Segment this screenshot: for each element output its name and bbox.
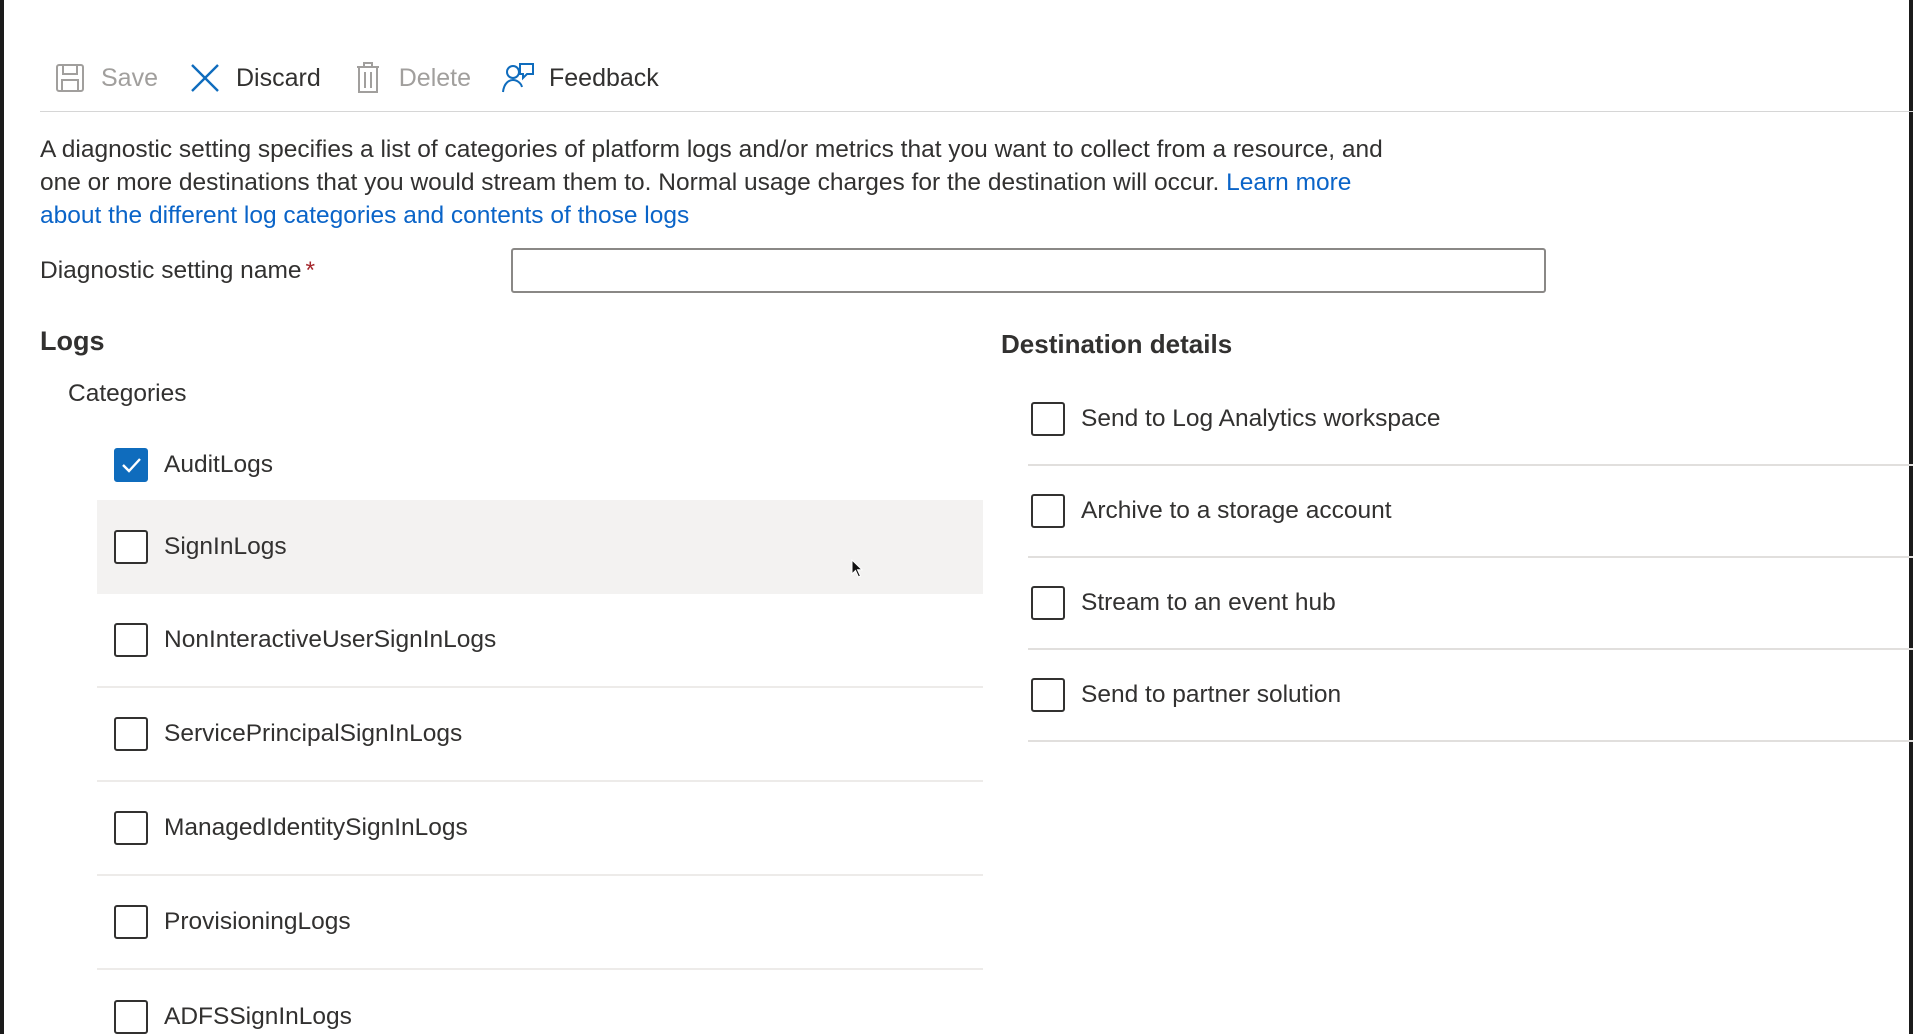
required-marker: * bbox=[305, 257, 316, 284]
checkbox[interactable] bbox=[114, 717, 148, 751]
categories-label: Categories bbox=[68, 380, 187, 407]
discard-button[interactable]: Discard bbox=[188, 58, 321, 98]
log-category-label: NonInteractiveUserSignInLogs bbox=[164, 626, 497, 653]
log-category-auditlogs[interactable]: AuditLogs bbox=[97, 430, 983, 500]
log-category-label: ServicePrincipalSignInLogs bbox=[164, 720, 463, 747]
checkbox[interactable] bbox=[114, 623, 148, 657]
window-edge-left bbox=[0, 0, 4, 1034]
log-category-label: AuditLogs bbox=[164, 451, 273, 478]
setting-name-input[interactable] bbox=[511, 248, 1546, 293]
checkbox[interactable] bbox=[114, 1000, 148, 1034]
description-text: A diagnostic setting specifies a list of… bbox=[40, 133, 1400, 232]
feedback-icon bbox=[501, 61, 535, 95]
checkbox[interactable] bbox=[114, 811, 148, 845]
log-category-label: ManagedIdentitySignInLogs bbox=[164, 814, 468, 841]
setting-name-label: Diagnostic setting name * bbox=[40, 256, 315, 286]
log-category-adfssigninlogs[interactable]: ADFSSignInLogs bbox=[97, 970, 983, 1034]
save-label: Save bbox=[101, 63, 158, 92]
destination-storage-account[interactable]: Archive to a storage account bbox=[1028, 466, 1913, 558]
log-categories-list: AuditLogs SignInLogs NonInteractiveUserS… bbox=[97, 430, 983, 1034]
close-icon bbox=[188, 61, 222, 95]
destination-log-analytics[interactable]: Send to Log Analytics workspace bbox=[1028, 374, 1913, 466]
log-category-noninteractiveusersigninlogs[interactable]: NonInteractiveUserSignInLogs bbox=[97, 594, 983, 688]
destination-label: Send to partner solution bbox=[1081, 681, 1342, 708]
discard-label: Discard bbox=[235, 63, 321, 92]
checkmark-icon bbox=[122, 458, 141, 473]
feedback-button[interactable]: Feedback bbox=[501, 58, 659, 98]
save-button[interactable]: Save bbox=[53, 58, 158, 98]
log-category-managedidentitysigninlogs[interactable]: ManagedIdentitySignInLogs bbox=[97, 782, 983, 876]
log-category-label: ProvisioningLogs bbox=[164, 908, 351, 935]
delete-button[interactable]: Delete bbox=[351, 58, 471, 98]
delete-label: Delete bbox=[398, 63, 471, 92]
mouse-cursor-icon bbox=[851, 558, 865, 584]
command-bar: Save Discard Delete Feedback bbox=[53, 58, 689, 98]
trash-icon bbox=[351, 61, 385, 95]
checkbox[interactable] bbox=[114, 905, 148, 939]
checkbox[interactable] bbox=[1031, 494, 1065, 528]
checkbox-checked[interactable] bbox=[114, 448, 148, 482]
setting-name-label-text: Diagnostic setting name bbox=[40, 257, 302, 284]
description-body: A diagnostic setting specifies a list of… bbox=[40, 136, 1383, 196]
destination-event-hub[interactable]: Stream to an event hub bbox=[1028, 558, 1913, 650]
toolbar-divider bbox=[40, 111, 1913, 112]
checkbox[interactable] bbox=[114, 530, 148, 564]
destination-details-heading: Destination details bbox=[1001, 329, 1233, 359]
checkbox[interactable] bbox=[1031, 586, 1065, 620]
destination-partner-solution[interactable]: Send to partner solution bbox=[1028, 650, 1913, 742]
logs-heading: Logs bbox=[40, 326, 105, 356]
log-category-provisioninglogs[interactable]: ProvisioningLogs bbox=[97, 876, 983, 970]
destination-label: Send to Log Analytics workspace bbox=[1081, 405, 1441, 432]
destination-label: Archive to a storage account bbox=[1081, 497, 1392, 524]
save-icon bbox=[53, 61, 87, 95]
checkbox[interactable] bbox=[1031, 402, 1065, 436]
destination-label: Stream to an event hub bbox=[1081, 589, 1336, 616]
checkbox[interactable] bbox=[1031, 678, 1065, 712]
feedback-label: Feedback bbox=[549, 63, 659, 92]
log-category-label: SignInLogs bbox=[164, 533, 287, 560]
log-category-label: ADFSSignInLogs bbox=[164, 1003, 352, 1030]
log-category-serviceprincipalsigninlogs[interactable]: ServicePrincipalSignInLogs bbox=[97, 688, 983, 782]
destination-list: Send to Log Analytics workspace Archive … bbox=[1028, 374, 1913, 742]
